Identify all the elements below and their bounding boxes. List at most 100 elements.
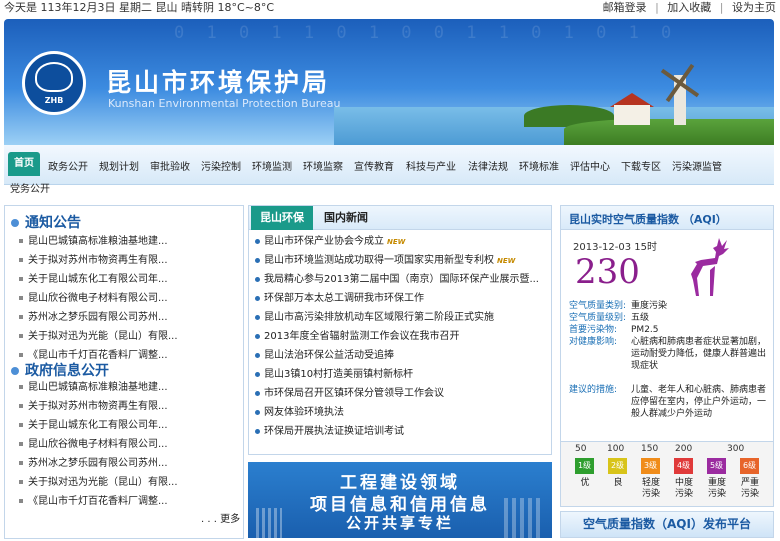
scale-number: 50 <box>575 444 587 454</box>
gov-info-title: 政府信息公开 <box>11 360 109 380</box>
notice-title: 通知公告 <box>11 212 81 232</box>
list-item[interactable]: 昆山欣谷微电子材料有限公司... <box>19 289 239 308</box>
news-title: 昆山法治环保公益活动受追捧 <box>264 350 394 361</box>
aqi-level-label: 中度污染 <box>674 478 693 499</box>
nav-approval[interactable]: 审批验收 <box>150 158 190 173</box>
list-item[interactable]: 关于拟对迅为光能（昆山）有限... <box>19 327 239 346</box>
aqi-info-value: 心脏病和肺病患者症状显著加剧，运动耐受力降低，健康人群普遍出现症状 <box>631 337 767 371</box>
aqi-publish-platform-link[interactable]: 空气质量指数（AQI）发布平台 <box>560 511 774 538</box>
bureau-logo[interactable]: ZHB <box>22 51 86 115</box>
separator: | <box>719 1 724 14</box>
scale-number: 150 <box>641 444 659 454</box>
logo-text: ZHB <box>44 96 64 105</box>
header-banner: 0 1 0 1 1 0 1 0 0 1 1 0 1 0 1 0 ZHB 昆山市环… <box>4 19 774 145</box>
list-item[interactable]: 昆山欣谷微电子材料有限公司... <box>19 435 239 454</box>
news-title: 昆山市环境监测站成功取得一项国家实用新型专利权 <box>264 255 494 266</box>
news-item[interactable]: 我局精心参与2013第二届中国（南京）国际环保产业展示暨... <box>255 270 549 289</box>
bullet-icon <box>255 333 260 339</box>
nav-env-supervision[interactable]: 环境监察 <box>303 158 343 173</box>
bullet-icon <box>255 238 260 244</box>
scale-number: 200 <box>675 444 693 454</box>
news-item[interactable]: 昆山3镇10村打造美丽镇村新标杆 <box>255 365 549 384</box>
banner-house <box>614 105 650 125</box>
aqi-info-value: 重度污染 <box>631 301 668 311</box>
news-item[interactable]: 网友体验环境执法 <box>255 403 549 422</box>
top-bar: 今天是 113年12月3日 星期二 昆山 晴转阴 18°C~8°C 邮箱登录 |… <box>0 0 780 18</box>
list-item[interactable]: 关于昆山城东化工有限公司年... <box>19 416 239 435</box>
list-item[interactable]: 苏州冰之梦乐园有限公司苏州... <box>19 308 239 327</box>
news-list: 昆山市环保产业协会今成立 NEW 昆山市环境监测站成功取得一项国家实用新型专利权 NE… <box>255 232 549 441</box>
bullet-icon <box>11 367 19 375</box>
nav-planning[interactable]: 规划计划 <box>99 158 139 173</box>
site-title-cn: 昆山市环境保护局 <box>106 68 331 97</box>
list-item[interactable]: 关于昆山城东化工有限公司年... <box>19 270 239 289</box>
news-item[interactable]: 昆山市环保产业协会今成立 NEW <box>255 232 549 251</box>
aqi-info-row: 空气质量级别: 五级 <box>569 312 771 324</box>
bullet-icon <box>11 219 19 227</box>
new-badge: NEW <box>387 238 406 246</box>
news-item[interactable]: 昆山市高污染排放机动车区域限行第二阶段正式实施 <box>255 308 549 327</box>
list-item[interactable]: 《昆山市千灯百花香料厂调整... <box>19 492 239 511</box>
nav-pollution-control[interactable]: 污染控制 <box>201 158 241 173</box>
list-item[interactable]: 关于拟对苏州市物资再生有限... <box>19 251 239 270</box>
main-nav: 首页 政务公开 规划计划 审批验收 污染控制 环境监测 环境监察 宣传教育 科技… <box>4 145 774 185</box>
aqi-info-row: 建议的措施: 儿童、老年人和心脏病、肺病患者应停留在室内，停止户外运动，一般人群减… <box>569 384 771 420</box>
aqi-info-key: 对健康影响: <box>569 337 618 347</box>
news-item[interactable]: 昆山市环境监测站成功取得一项国家实用新型专利权 NEW <box>255 251 549 270</box>
aqi-info-key: 空气质量类别: <box>569 301 627 311</box>
bullet-icon <box>255 295 260 301</box>
news-item[interactable]: 环保局开展执法证换证培训考试 <box>255 422 549 441</box>
news-title: 昆山市环保产业协会今成立 <box>264 236 384 247</box>
nav-laws[interactable]: 法律法规 <box>468 158 508 173</box>
nav-env-monitoring[interactable]: 环境监测 <box>252 158 292 173</box>
news-item[interactable]: 昆山法治环保公益活动受追捧 <box>255 346 549 365</box>
list-item[interactable]: 昆山巴城镇高标准粮油基地建... <box>19 378 239 397</box>
bullet-icon <box>255 314 260 320</box>
bullet-icon <box>255 409 260 415</box>
nav-assessment[interactable]: 评估中心 <box>570 158 610 173</box>
aqi-level-tag: 2级 <box>608 458 627 474</box>
nav-env-standards[interactable]: 环境标准 <box>519 158 559 173</box>
banner-grass <box>564 119 774 145</box>
aqi-info-key: 首要污染物: <box>569 325 618 335</box>
aqi-level-label: 重度污染 <box>707 478 726 499</box>
aqi-level-label: 严重污染 <box>740 478 759 499</box>
list-item[interactable]: 昆山巴城镇高标准粮油基地建... <box>19 232 239 251</box>
bullet-icon <box>255 257 260 263</box>
nav-downloads[interactable]: 下载专区 <box>621 158 661 173</box>
aqi-level-tag: 5级 <box>707 458 726 474</box>
news-item[interactable]: 2013年度全省辐射监测工作会议在我市召开 <box>255 327 549 346</box>
add-favorite-link[interactable]: 加入收藏 <box>667 1 711 14</box>
aqi-level-tag: 4级 <box>674 458 693 474</box>
list-item[interactable]: 苏州冰之梦乐园有限公司苏州... <box>19 454 239 473</box>
tab-kunshan-env[interactable]: 昆山环保 <box>251 206 313 230</box>
news-title: 环保部万本太总工调研我市环保工作 <box>264 293 424 304</box>
list-item[interactable]: 关于拟对苏州市物资再生有限... <box>19 397 239 416</box>
aqi-info-key: 建议的措施: <box>569 385 618 395</box>
news-title: 2013年度全省辐射监测工作会议在我市召开 <box>264 331 460 342</box>
nav-publicity[interactable]: 宣传教育 <box>354 158 394 173</box>
nav-pollution-source[interactable]: 污染源监管 <box>672 158 722 173</box>
nav-home[interactable]: 首页 <box>8 152 40 176</box>
bullet-icon <box>255 352 260 358</box>
banner-decoration: 0 1 0 1 1 0 1 0 0 1 1 0 1 0 1 0 <box>174 23 678 43</box>
construction-info-banner[interactable]: 工程建设领域 项目信息和信用信息 公开共享专栏 <box>248 462 552 538</box>
tab-domestic-news[interactable]: 国内新闻 <box>315 206 377 230</box>
nav-tech-industry[interactable]: 科技与产业 <box>406 158 456 173</box>
nav-gov-affairs[interactable]: 政务公开 <box>48 158 88 173</box>
nav-party-affairs[interactable]: 党务公开 <box>10 180 50 195</box>
news-item[interactable]: 环保部万本太总工调研我市环保工作 <box>255 289 549 308</box>
news-item[interactable]: 市环保局召开区镇环保分管领导工作会议 <box>255 384 549 403</box>
news-title: 市环保局召开区镇环保分管领导工作会议 <box>264 388 444 399</box>
mail-login-link[interactable]: 邮箱登录 <box>603 1 647 14</box>
date-weather-text: 今天是 113年12月3日 星期二 昆山 晴转阴 18°C~8°C <box>4 1 275 14</box>
aqi-info-value: 五级 <box>631 313 650 323</box>
set-homepage-link[interactable]: 设为主页 <box>732 1 776 14</box>
aqi-info-key: 空气质量级别: <box>569 313 627 323</box>
bullet-icon <box>255 276 260 282</box>
aqi-level-label: 轻度污染 <box>641 478 660 499</box>
aqi-info-row: 首要污染物: PM2.5 <box>569 324 771 336</box>
more-link[interactable]: . . . 更多 <box>201 510 240 525</box>
aqi-info-value: 儿童、老年人和心脏病、肺病患者应停留在室内，停止户外运动，一般人群减少户外运动 <box>631 385 767 419</box>
list-item[interactable]: 关于拟对迅为光能（昆山）有限... <box>19 473 239 492</box>
